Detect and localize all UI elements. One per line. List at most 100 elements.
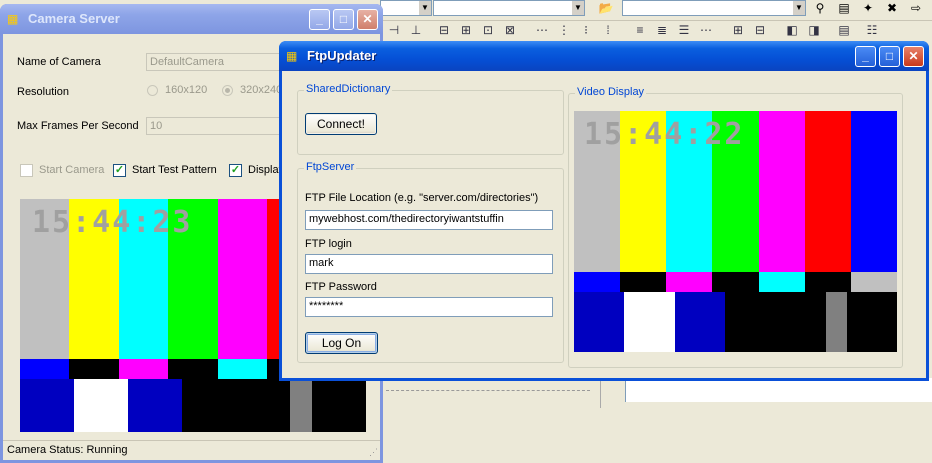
send-back-icon[interactable]: ◨ — [806, 22, 822, 38]
resolution-label: Resolution — [17, 86, 69, 98]
minimize-button[interactable]: _ — [309, 9, 330, 30]
ftp-client: SharedDictionary Connect! FtpServer FTP … — [282, 71, 926, 378]
center-v-icon[interactable]: ⊟ — [752, 22, 768, 38]
ide-top-combo-3[interactable]: ▼ — [622, 0, 806, 16]
ftp-titlebar[interactable]: ▦ FtpUpdater _ □ ✕ — [279, 41, 929, 71]
maximize-button[interactable]: □ — [333, 9, 354, 30]
color-bar — [574, 292, 625, 352]
tools-icon[interactable]: ✖ — [884, 0, 900, 16]
res-320-label: 320x240 — [240, 84, 283, 96]
same-width-icon[interactable]: ⊟ — [436, 22, 452, 38]
log-on-button[interactable]: Log On — [305, 332, 378, 354]
folder-icon[interactable]: 📂 — [598, 0, 614, 16]
color-bar — [290, 379, 312, 432]
ftp-updater-window: ▦ FtpUpdater _ □ ✕ SharedDictionary Conn… — [279, 41, 929, 381]
color-bar — [20, 379, 75, 432]
tab-order-icon[interactable]: ☷ — [864, 22, 880, 38]
shared-dictionary-group: SharedDictionary Connect! — [297, 83, 564, 155]
res-160-radio[interactable] — [147, 85, 158, 96]
h-increase-icon[interactable]: ⋮ — [556, 22, 572, 38]
color-bars-bot — [574, 292, 897, 352]
align-bottom-icon[interactable]: ⊥ — [408, 22, 424, 38]
ide-top-combo-1[interactable]: ▼ — [380, 0, 432, 16]
color-bar — [574, 272, 621, 292]
ide-separator — [600, 378, 601, 408]
fps-label: Max Frames Per Second — [17, 120, 139, 132]
maximize-button[interactable]: □ — [879, 46, 900, 67]
chevron-down-icon[interactable]: ▼ — [793, 1, 805, 15]
color-bar — [758, 272, 805, 292]
chevron-down-icon[interactable]: ▼ — [419, 1, 431, 15]
color-bar — [850, 272, 897, 292]
location-field[interactable]: mywebhost.com/thedirectoryiwantstuffin — [305, 210, 553, 230]
ftp-window-title: FtpUpdater — [307, 48, 377, 63]
ftp-server-group: FtpServer FTP File Location (e.g. "serve… — [297, 161, 564, 363]
color-bar — [217, 199, 268, 359]
toolbox-icon[interactable]: ✦ — [860, 0, 876, 16]
v-decrease-icon[interactable]: ☰ — [676, 22, 692, 38]
close-button[interactable]: ✕ — [903, 46, 924, 67]
grid-icon[interactable]: ⊠ — [502, 22, 518, 38]
color-bar — [775, 292, 827, 352]
lock-icon[interactable]: ▤ — [836, 22, 852, 38]
camera-titlebar[interactable]: ▦ Camera Server _ □ ✕ — [0, 4, 383, 34]
color-bar — [236, 379, 291, 432]
resize-grip-icon[interactable]: ⋰ — [369, 447, 378, 458]
color-bar — [69, 359, 119, 379]
password-field[interactable]: ******** — [305, 297, 553, 317]
h-decrease-icon[interactable]: ⁝ — [578, 22, 594, 38]
color-bar — [620, 272, 667, 292]
color-bars-mid — [574, 272, 897, 292]
h-remove-icon[interactable]: ⁞ — [600, 22, 616, 38]
color-bar — [217, 359, 268, 379]
color-bar — [20, 359, 70, 379]
name-label: Name of Camera — [17, 56, 101, 68]
start-camera-label: Start Camera — [39, 164, 105, 176]
color-bar — [168, 359, 218, 379]
color-bar — [674, 292, 726, 352]
start-camera-checkbox[interactable] — [20, 164, 33, 177]
color-bar — [128, 379, 183, 432]
res-160-label: 160x120 — [165, 84, 208, 96]
window-icon: ▦ — [7, 12, 19, 26]
v-increase-icon[interactable]: ≣ — [654, 22, 670, 38]
test-pattern-checkbox[interactable]: ✓ — [113, 164, 126, 177]
display-checkbox[interactable]: ✓ — [229, 164, 242, 177]
login-label: FTP login — [305, 238, 352, 250]
ftp-clock: 15:44:22 — [584, 117, 745, 152]
color-bar — [846, 292, 897, 352]
camera-name-field[interactable]: DefaultCamera — [146, 53, 286, 71]
color-bar — [624, 292, 675, 352]
video-display-caption: Video Display — [575, 86, 647, 98]
camera-status-bar: Camera Status: Running ⋰ — [3, 440, 380, 460]
location-label: FTP File Location (e.g. "server.com/dire… — [305, 192, 539, 204]
color-bar — [311, 379, 366, 432]
h-spacing-icon[interactable]: ⋯ — [534, 22, 550, 38]
chevron-down-icon[interactable]: ▼ — [572, 1, 584, 15]
find-icon[interactable]: ⚲ — [812, 0, 828, 16]
fps-field[interactable]: 10 — [146, 117, 286, 135]
v-spacing-icon[interactable]: ≡ — [632, 22, 648, 38]
login-field[interactable]: mark — [305, 254, 553, 274]
window-icon: ▦ — [286, 49, 298, 63]
color-bar — [725, 292, 776, 352]
ide-design-surface — [386, 380, 590, 391]
v-remove-icon[interactable]: ⋯ — [698, 22, 714, 38]
same-size-icon[interactable]: ⊡ — [480, 22, 496, 38]
align-left-icon[interactable]: ⊣ — [386, 22, 402, 38]
bring-front-icon[interactable]: ◧ — [784, 22, 800, 38]
ide-output-pane — [625, 378, 932, 402]
properties-icon[interactable]: ▤ — [836, 0, 852, 16]
same-height-icon[interactable]: ⊞ — [458, 22, 474, 38]
minimize-button[interactable]: _ — [855, 46, 876, 67]
res-320-radio[interactable] — [222, 85, 233, 96]
camera-window-title: Camera Server — [28, 11, 120, 26]
close-button[interactable]: ✕ — [357, 9, 378, 30]
center-h-icon[interactable]: ⊞ — [730, 22, 746, 38]
color-bar — [826, 292, 847, 352]
connect-button[interactable]: Connect! — [305, 113, 377, 135]
color-bar — [712, 272, 759, 292]
ftp-video-display: 15:44:22 — [574, 111, 897, 352]
ide-top-combo-2[interactable]: ▼ — [433, 0, 585, 16]
export-icon[interactable]: ⇨ — [908, 0, 924, 16]
